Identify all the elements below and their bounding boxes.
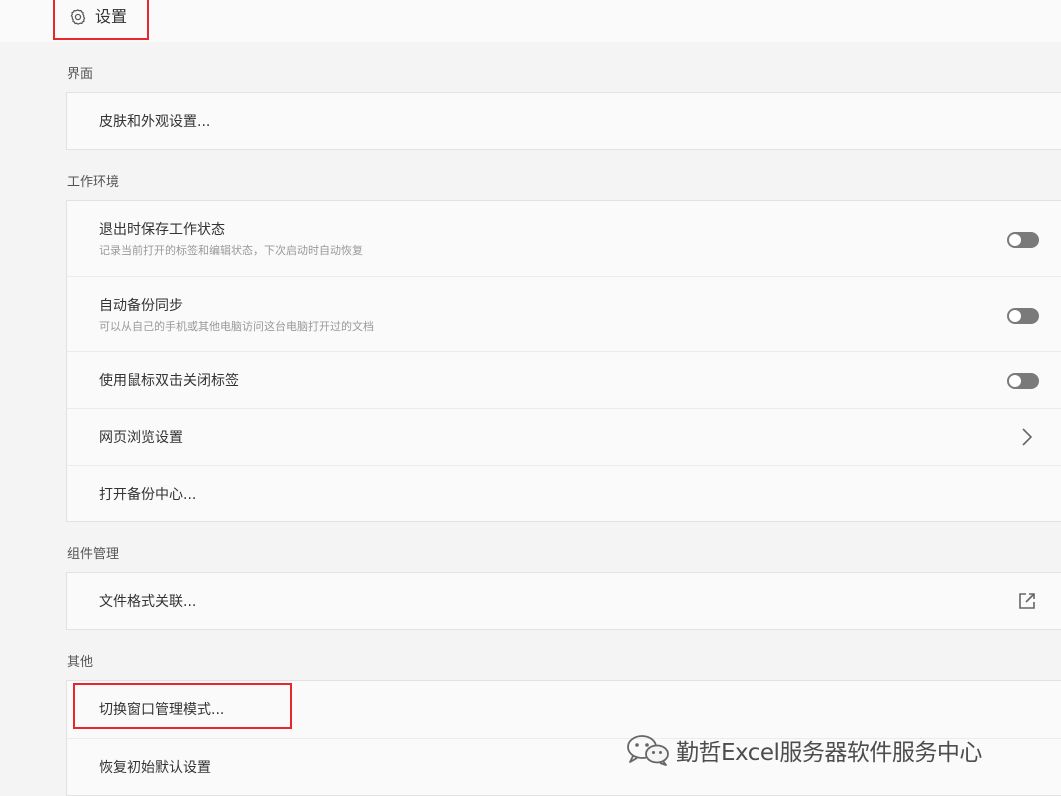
setting-title: 网页浏览设置 — [99, 430, 183, 446]
setting-title: 退出时保存工作状态 — [99, 222, 225, 238]
setting-row-dblclick-close[interactable]: 使用鼠标双击关闭标签 — [67, 351, 1061, 408]
setting-row-skin[interactable]: 皮肤和外观设置... — [67, 93, 1061, 149]
gear-icon — [70, 9, 86, 25]
card-workspace: 退出时保存工作状态 记录当前打开的标签和编辑状态，下次启动时自动恢复 自动备份同… — [66, 200, 1061, 522]
card-components: 文件格式关联... — [66, 572, 1061, 630]
section-label-workspace: 工作环境 — [67, 175, 120, 190]
save-state-toggle[interactable] — [1007, 232, 1039, 248]
setting-row-backup-center[interactable]: 打开备份中心... — [67, 465, 1061, 521]
watermark-text: 勤哲Excel服务器软件服务中心 — [676, 740, 982, 766]
setting-row-file-assoc[interactable]: 文件格式关联... — [67, 573, 1061, 629]
setting-title: 皮肤和外观设置... — [99, 114, 211, 130]
setting-title: 自动备份同步 — [99, 298, 183, 314]
dblclick-close-toggle[interactable] — [1007, 373, 1039, 389]
wechat-icon — [627, 735, 669, 766]
chevron-right-icon — [1022, 428, 1033, 446]
page-title: 设置 — [95, 7, 128, 26]
setting-row-web-browse[interactable]: 网页浏览设置 — [67, 408, 1061, 465]
setting-title: 使用鼠标双击关闭标签 — [99, 373, 239, 389]
watermark: 勤哲Excel服务器软件服务中心 — [624, 733, 982, 767]
setting-subtitle: 记录当前打开的标签和编辑状态，下次启动时自动恢复 — [99, 244, 363, 257]
setting-row-save-state[interactable]: 退出时保存工作状态 记录当前打开的标签和编辑状态，下次启动时自动恢复 — [67, 201, 1061, 276]
setting-title: 切换窗口管理模式... — [99, 702, 225, 718]
auto-backup-toggle[interactable] — [1007, 308, 1039, 324]
section-label-components: 组件管理 — [67, 547, 120, 562]
section-label-other: 其他 — [67, 655, 94, 670]
settings-header — [0, 0, 1061, 42]
external-link-icon — [1019, 593, 1035, 609]
setting-title: 文件格式关联... — [99, 594, 197, 610]
card-interface: 皮肤和外观设置... — [66, 92, 1061, 150]
setting-row-auto-backup[interactable]: 自动备份同步 可以从自己的手机或其他电脑访问这台电脑打开过的文档 — [67, 276, 1061, 351]
setting-subtitle: 可以从自己的手机或其他电脑访问这台电脑打开过的文档 — [99, 320, 374, 333]
setting-title: 打开备份中心... — [99, 487, 197, 503]
setting-title: 恢复初始默认设置 — [99, 760, 211, 776]
section-label-interface: 界面 — [67, 67, 94, 82]
setting-row-window-mode[interactable]: 切换窗口管理模式... — [67, 681, 1061, 738]
